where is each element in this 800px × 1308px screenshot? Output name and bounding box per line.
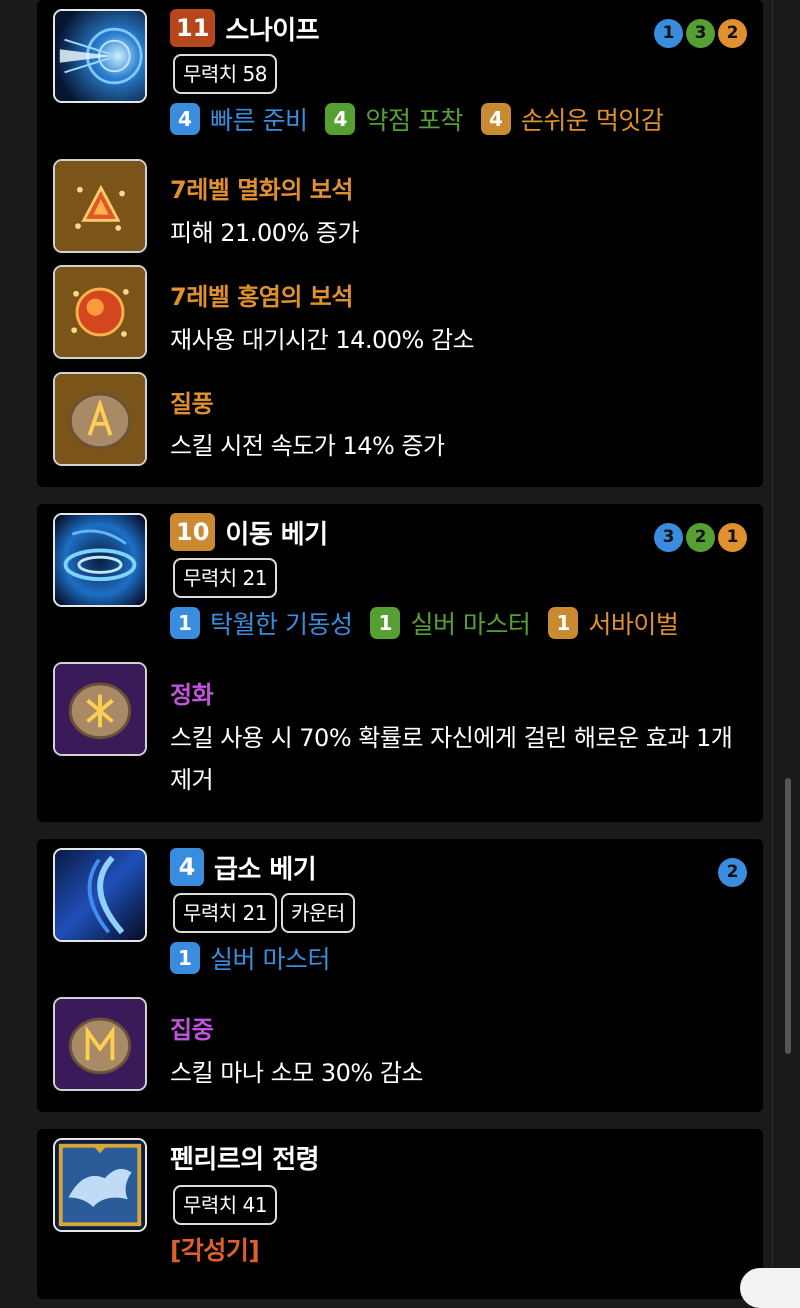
- gale-rune-icon: [53, 372, 147, 466]
- tripod-item: 1 탁월한 기동성: [170, 605, 353, 641]
- skill-header: 펜리르의 전령: [170, 1137, 320, 1177]
- tripod-name: 실버 마스터: [410, 610, 531, 639]
- skill-header: 11 스나이프: [170, 8, 320, 48]
- purify-rune-icon: [53, 662, 147, 756]
- tripod-name: 실버 마스터: [210, 945, 330, 974]
- snipe-skill-icon: [53, 9, 147, 103]
- skill-name: 펜리르의 전령: [170, 1144, 320, 1175]
- tripod-dot-1: 1: [654, 19, 683, 48]
- tripod-name: 빠른 준비: [210, 106, 308, 135]
- floating-button[interactable]: [740, 1268, 800, 1308]
- tripod-list: 4 빠른 준비 4 약점 포착 4 손쉬운 먹잇감: [170, 101, 681, 137]
- skill-level-badge: 11: [170, 9, 216, 47]
- tripod-name: 손쉬운 먹잇감: [520, 106, 664, 135]
- tripod-level: 4: [480, 103, 511, 135]
- gem-title: 7레벨 홍염의 보석: [170, 283, 353, 311]
- rune-title: 질풍: [170, 390, 214, 418]
- tripod-level: 1: [370, 607, 401, 639]
- page-divider: [772, 0, 773, 1288]
- gem-desc: 재사용 대기시간 14.00% 감소: [170, 326, 475, 354]
- tripod-dot-2: 2: [686, 523, 715, 552]
- tripod-level: 4: [325, 103, 356, 135]
- moving-slash-skill-icon: [53, 513, 147, 607]
- tripod-level: 1: [170, 942, 200, 974]
- skill-tags: 무력치 58: [173, 54, 278, 94]
- rune-title: 집중: [170, 1016, 214, 1044]
- crimson-flame-gem-icon: [53, 265, 147, 359]
- skill-name: 이동 베기: [225, 519, 328, 550]
- tripod-level: 1: [170, 607, 200, 639]
- tripod-dot-2: 3: [686, 19, 715, 48]
- tripod-dot-3: 1: [718, 523, 747, 552]
- tripod-name: 탁월한 기동성: [210, 610, 353, 639]
- tripod-item: 4 손쉬운 먹잇감: [480, 101, 664, 137]
- scrollbar[interactable]: [785, 778, 791, 1054]
- tripod-dot-1: 3: [654, 523, 683, 552]
- skill-card-snipe[interactable]: 11 스나이프 1 3 2 무력치 58 4 빠른 준비 4 약점 포착 4 손…: [37, 0, 763, 487]
- stagger-tag: 무력치 58: [173, 54, 278, 94]
- tripod-item: 1 실버 마스터: [370, 605, 531, 641]
- skill-list: 11 스나이프 1 3 2 무력치 58 4 빠른 준비 4 약점 포착 4 손…: [0, 0, 800, 1299]
- skill-header: 4 급소 베기: [170, 847, 317, 887]
- fenrir-herald-skill-icon: [53, 1138, 147, 1232]
- rune-desc: 스킬 시전 속도가 14% 증가: [170, 432, 445, 460]
- tripod-dot-1: 2: [718, 858, 747, 887]
- counter-tag: 카운터: [281, 893, 355, 933]
- tripod-dots: 1 3 2: [654, 19, 747, 48]
- skill-tags: 무력치 21 카운터: [173, 893, 355, 933]
- skill-card-vital-slash[interactable]: 4 급소 베기 2 무력치 21 카운터 1 실버 마스터 집중 스킬 마나 소…: [37, 839, 763, 1112]
- tripod-dot-3: 2: [718, 19, 747, 48]
- tripod-dots: 2: [718, 858, 747, 887]
- tripod-item: 4 빠른 준비: [170, 101, 308, 137]
- skill-tags: 무력치 21: [173, 558, 278, 598]
- tripod-dots: 3 2 1: [654, 523, 747, 552]
- stagger-tag: 무력치 41: [173, 1185, 278, 1225]
- skill-name: 급소 베기: [214, 854, 317, 885]
- tripod-item: 1 서바이벌: [548, 605, 679, 641]
- tripod-item: 4 약점 포착: [325, 101, 463, 137]
- gem-title: 7레벨 멸화의 보석: [170, 176, 353, 204]
- stagger-tag: 무력치 21: [173, 558, 278, 598]
- skill-level-badge: 10: [170, 513, 216, 551]
- skill-name: 스나이프: [225, 15, 320, 46]
- tripod-list: 1 실버 마스터: [170, 940, 348, 976]
- stagger-tag: 무력치 21: [173, 893, 278, 933]
- tripod-level: 1: [548, 607, 579, 639]
- gem-desc: 피해 21.00% 증가: [170, 219, 360, 247]
- tripod-list: 1 탁월한 기동성 1 실버 마스터 1 서바이벌: [170, 605, 696, 641]
- rune-title: 정화: [170, 681, 214, 709]
- skill-level-badge: 4: [170, 848, 204, 886]
- awakening-label: [각성기]: [170, 1236, 260, 1265]
- skill-header: 10 이동 베기: [170, 512, 328, 552]
- tripod-item: 1 실버 마스터: [170, 940, 330, 976]
- rune-desc: 스킬 사용 시 70% 확률로 자신에게 걸린 해로운 효과 1개 제거: [170, 724, 733, 794]
- tripod-name: 서바이벌: [588, 610, 679, 639]
- vital-slash-skill-icon: [53, 848, 147, 942]
- tripod-level: 4: [170, 103, 200, 135]
- skill-card-moving-slash[interactable]: 10 이동 베기 3 2 1 무력치 21 1 탁월한 기동성 1 실버 마스터…: [37, 504, 763, 822]
- skill-card-fenrir-herald[interactable]: 펜리르의 전령 무력치 41 [각성기]: [37, 1129, 763, 1299]
- tripod-name: 약점 포착: [365, 106, 463, 135]
- annihilation-gem-icon: [53, 159, 147, 253]
- focus-rune-icon: [53, 997, 147, 1091]
- skill-tags: 무력치 41: [173, 1185, 278, 1225]
- rune-desc: 스킬 마나 소모 30% 감소: [170, 1059, 424, 1087]
